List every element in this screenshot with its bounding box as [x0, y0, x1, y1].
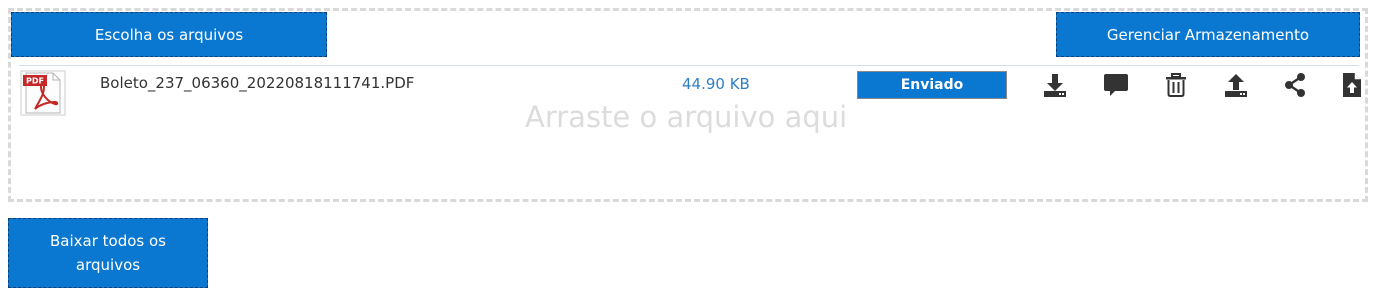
share-icon[interactable]: [1280, 70, 1310, 100]
upload-status-badge: Enviado: [857, 71, 1007, 99]
drop-hint-text: Arraste o arquivo aqui: [525, 100, 848, 134]
divider: [19, 65, 1359, 66]
file-upload-icon[interactable]: [1337, 70, 1367, 100]
choose-files-button[interactable]: Escolha os arquivos: [11, 12, 327, 57]
file-size: 44.90 KB: [682, 75, 750, 93]
download-all-button[interactable]: Baixar todos os arquivos: [8, 218, 208, 288]
file-name: Boleto_237_06360_20220818111741.PDF: [100, 74, 415, 92]
upload-icon[interactable]: [1221, 70, 1251, 100]
comment-icon[interactable]: [1101, 70, 1131, 100]
download-icon[interactable]: [1040, 70, 1070, 100]
pdf-file-icon: PDF: [20, 70, 66, 116]
manage-storage-button[interactable]: Gerenciar Armazenamento: [1056, 12, 1360, 57]
trash-icon[interactable]: [1161, 70, 1191, 100]
